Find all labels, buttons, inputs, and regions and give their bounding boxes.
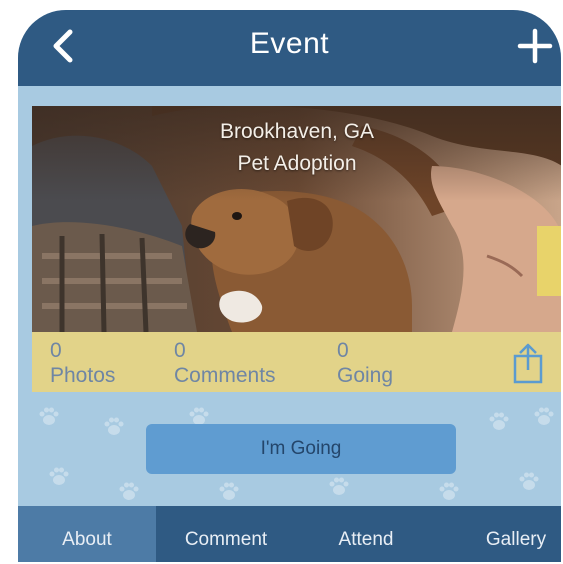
paw-print-icon — [518, 470, 540, 492]
tab-gallery[interactable]: Gallery — [436, 506, 561, 562]
comments-count: 0 — [174, 339, 186, 362]
stat-photos[interactable]: 0 Photos — [50, 338, 115, 388]
photos-label: Photos — [50, 364, 116, 387]
tab-about[interactable]: About — [18, 506, 156, 562]
paw-print-icon — [438, 480, 460, 502]
tab-attend[interactable]: Attend — [296, 506, 436, 562]
paw-print-icon — [533, 405, 555, 427]
share-icon — [513, 343, 543, 384]
comments-label: Comments — [174, 364, 276, 387]
event-location: Brookhaven, GA — [219, 120, 375, 143]
event-name: Pet Adoption — [237, 152, 357, 175]
going-count: 0 — [337, 339, 349, 362]
phone-screen: Event Brookhaven, GA Pet Adoption 0 Phot… — [18, 10, 561, 562]
tab-comment[interactable]: Comment — [156, 506, 296, 562]
add-button[interactable] — [517, 28, 553, 64]
event-photo: Brookhaven, GA Pet Adoption — [32, 106, 561, 332]
tab-bar: About Comment Attend Gallery — [18, 506, 561, 562]
paw-print-icon — [218, 480, 240, 502]
stats-bar: 0 Photos 0 Comments 0 Going — [32, 332, 561, 392]
paw-print-icon — [103, 415, 125, 437]
stat-going[interactable]: 0 Going — [337, 338, 393, 388]
paw-print-icon — [488, 410, 510, 432]
nav-bar: Event — [18, 10, 561, 86]
plus-icon — [517, 28, 553, 64]
photos-count: 0 — [50, 339, 62, 362]
im-going-button[interactable]: I'm Going — [146, 424, 456, 474]
stat-comments[interactable]: 0 Comments — [174, 338, 276, 388]
share-button[interactable] — [510, 342, 546, 384]
going-label: Going — [337, 364, 394, 387]
page-title: Event — [249, 27, 330, 60]
event-card: Brookhaven, GA Pet Adoption 0 Photos 0 C… — [32, 106, 561, 392]
paw-print-icon — [48, 465, 70, 487]
paw-print-icon — [118, 480, 140, 502]
paw-print-icon — [328, 475, 350, 497]
paw-print-icon — [38, 405, 60, 427]
event-caption: Brookhaven, GA Pet Adoption — [32, 116, 561, 180]
